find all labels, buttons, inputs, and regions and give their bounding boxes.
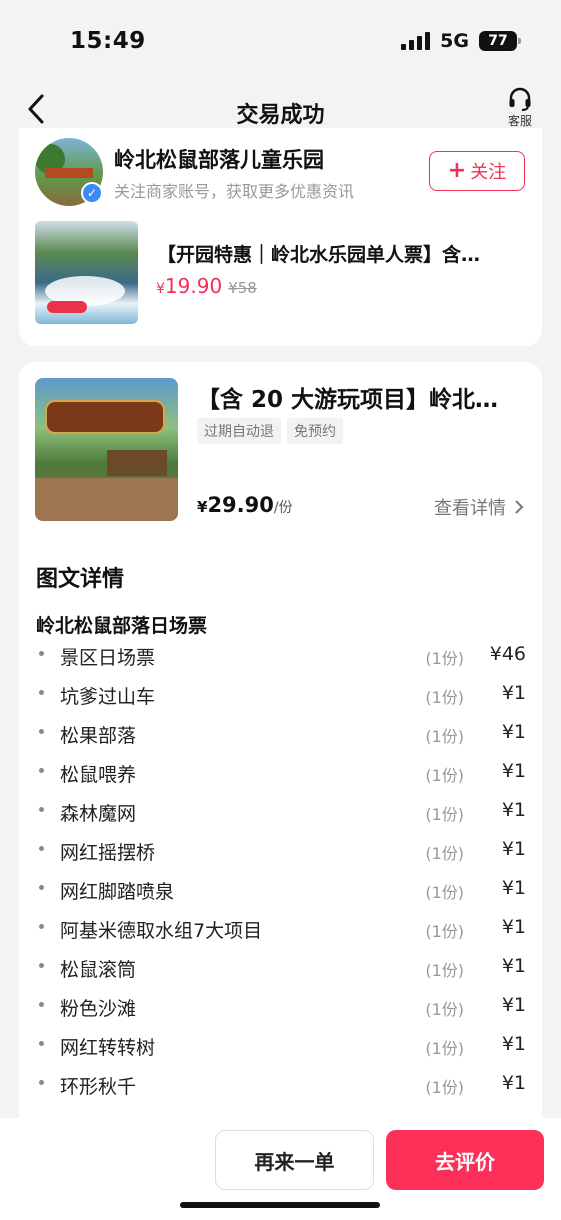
reorder-button[interactable]: 再来一单 [215,1130,374,1190]
chevron-right-icon [515,500,524,514]
status-indicators: 5G 77 [401,30,521,52]
customer-service-button[interactable]: 客服 [503,86,537,129]
merchant-subtitle: 关注商家账号，获取更多优惠资讯 [114,182,355,201]
list-item: 坑爹过山车 (1份) ¥1 [36,677,526,716]
promo-thumbnail[interactable] [35,221,138,324]
customer-service-label: 客服 [507,114,532,128]
page-title: 交易成功 [236,103,325,128]
ticket-group-title: 岭北松鼠部落日场票 [36,615,208,637]
list-item: 松鼠滚筒 (1份) ¥1 [36,950,526,989]
review-button[interactable]: 去评价 [386,1130,544,1190]
list-item: 景区日场票 (1份) ¥46 [36,638,526,677]
order-price: ¥29.90/份 [197,493,293,517]
view-details-link[interactable]: 查看详情 [434,494,524,520]
list-item: 阿基米德取水组7大项目 (1份) ¥1 [36,911,526,950]
order-card: 【含 20 大游玩项目】岭北… 过期自动退 免预约 ¥29.90/份 查看详情 … [19,362,542,1122]
follow-label: 关注 [470,162,507,183]
tag-auto-refund: 过期自动退 [197,418,281,444]
merchant-name[interactable]: 岭北松鼠部落儿童乐园 [114,144,324,174]
verified-icon: ✓ [81,182,103,204]
plus-icon: + [447,158,467,183]
list-item: 森林魔网 (1份) ¥1 [36,794,526,833]
signal-icon [401,32,431,50]
list-item: 粉色沙滩 (1份) ¥1 [36,989,526,1028]
battery-icon: 77 [479,31,521,51]
view-details-label: 查看详情 [434,498,506,519]
list-item: 松鼠喂养 (1份) ¥1 [36,755,526,794]
promo-original-price: ¥58 [228,279,257,297]
headset-icon [509,87,531,111]
home-indicator[interactable] [180,1202,380,1208]
list-item: 网红摇摆桥 (1份) ¥1 [36,833,526,872]
list-item: 环形秋千 (1份) ¥1 [36,1067,526,1106]
status-bar: 15:49 5G 77 [0,0,561,80]
order-title[interactable]: 【含 20 大游玩项目】岭北… [197,380,527,414]
details-heading: 图文详情 [36,567,125,592]
tag-no-reservation: 免预约 [287,418,343,444]
status-time: 15:49 [70,28,146,54]
bottom-action-bar: 再来一单 去评价 [0,1118,561,1220]
list-item: 松果部落 (1份) ¥1 [36,716,526,755]
promo-price: ¥19.90 [156,274,223,298]
order-tags: 过期自动退 免预约 [197,418,343,444]
list-item: 网红转转树 (1份) ¥1 [36,1028,526,1067]
promo-title[interactable]: 【开园特惠｜岭北水乐园单人票】含… [157,240,527,267]
included-items-list: 景区日场票 (1份) ¥46 坑爹过山车 (1份) ¥1 松果部落 (1份) ¥1 松鼠喂养… [36,638,526,1106]
list-item: 网红脚踏喷泉 (1份) ¥1 [36,872,526,911]
follow-button[interactable]: + 关注 [429,151,525,191]
merchant-card: ✓ 岭北松鼠部落儿童乐园 关注商家账号，获取更多优惠资讯 + 关注 【开园特惠｜… [19,128,542,346]
network-type: 5G [440,30,469,52]
promo-price-row: ¥19.90 ¥58 [156,274,257,298]
order-thumbnail[interactable] [35,378,178,521]
